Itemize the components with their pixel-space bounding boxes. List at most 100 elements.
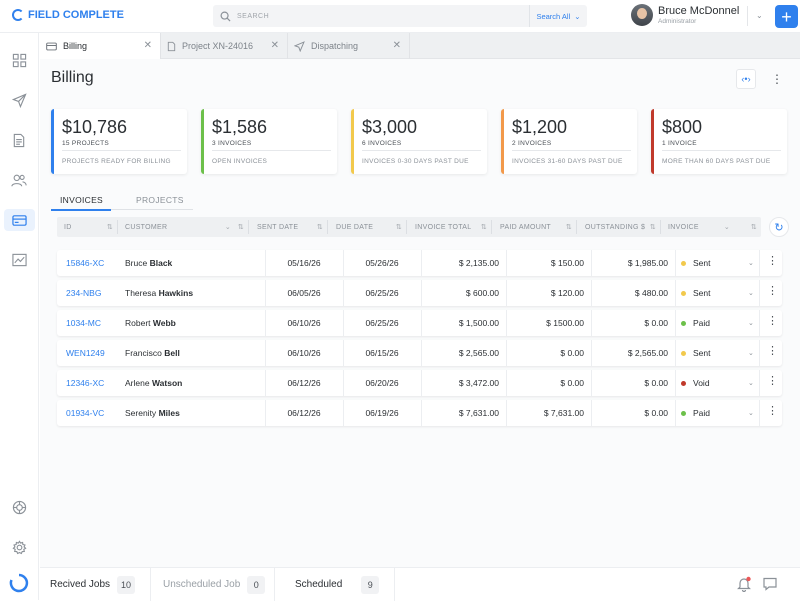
status-select[interactable]: Sent <box>681 340 741 366</box>
column-header-id[interactable]: ID ⇅ <box>57 217 117 237</box>
app-logo[interactable]: FIELD COMPLETE <box>12 9 124 21</box>
refresh-button[interactable]: ↻ <box>769 217 789 237</box>
table-row[interactable]: 15846-XC Bruce Black 05/16/26 05/26/26 $ 2,1… <box>57 250 782 276</box>
chevron-down-icon[interactable]: ⌄ <box>724 223 730 231</box>
row-menu-button[interactable]: ⋮ <box>767 256 778 267</box>
toggle-view-button[interactable]: ‹•› <box>736 69 756 89</box>
chevron-down-icon[interactable]: ⌄ <box>748 349 754 357</box>
sort-icon[interactable]: ⇅ <box>317 223 323 231</box>
invoice-id-link[interactable]: 15846-XC <box>66 250 118 276</box>
sidebar-item-documents[interactable] <box>8 129 30 151</box>
status-select[interactable]: Sent <box>681 250 741 276</box>
invoice-id-link[interactable]: 234-NBG <box>66 280 118 306</box>
tab-projects[interactable]: PROJECTS <box>136 195 184 205</box>
chevron-down-icon[interactable]: ⌄ <box>748 379 754 387</box>
outstanding-amount: $ 0.00 <box>644 408 668 418</box>
tab-project[interactable]: Project XN-24016 ✕ <box>161 33 288 59</box>
column-label: SENT DATE <box>257 223 299 231</box>
invoice-id-link[interactable]: 12346-XC <box>66 370 118 396</box>
invoice-id-link[interactable]: WEN1249 <box>66 340 118 366</box>
table-row[interactable]: 01934-VC Serenity Miles 06/12/26 06/19/26 $ … <box>57 400 782 426</box>
footer-label: Recived Jobs <box>50 579 111 590</box>
status-select[interactable]: Sent <box>681 280 741 306</box>
status-dot <box>681 350 686 356</box>
sidebar-item-billing[interactable] <box>4 209 35 231</box>
notifications-button[interactable] <box>736 576 752 597</box>
row-menu-button[interactable]: ⋮ <box>767 406 778 417</box>
row-menu-button[interactable]: ⋮ <box>767 346 778 357</box>
chevron-down-icon[interactable]: ⌄ <box>748 319 754 327</box>
chat-button[interactable] <box>762 576 778 597</box>
status-select[interactable]: Paid <box>681 310 741 336</box>
status-select[interactable]: Paid <box>681 400 741 426</box>
row-menu-button[interactable]: ⋮ <box>767 376 778 387</box>
column-header-invoice-total[interactable]: INVOICE TOTAL ⇅ <box>407 217 491 237</box>
sort-icon[interactable]: ⇅ <box>751 223 757 231</box>
chevron-down-icon[interactable]: ⌄ <box>748 259 754 267</box>
invoice-total: $ 3,472.00 <box>458 378 499 388</box>
chevron-down-icon[interactable]: ⌄ <box>748 409 754 417</box>
divider <box>662 150 781 151</box>
sort-icon[interactable]: ⇅ <box>238 223 244 231</box>
sidebar-item-dispatch[interactable] <box>8 89 30 111</box>
sort-icon[interactable]: ⇅ <box>396 223 402 231</box>
sidebar-item-customers[interactable] <box>8 169 30 191</box>
sort-icon[interactable]: ⇅ <box>481 223 487 231</box>
sidebar-item-dashboard[interactable] <box>8 49 30 71</box>
user-menu[interactable]: Bruce McDonnel Administrator <box>631 4 739 26</box>
sort-icon[interactable]: ⇅ <box>650 223 656 231</box>
chevron-down-icon[interactable]: ⌄ <box>225 223 231 231</box>
card-accent <box>351 109 354 174</box>
column-label: OUTSTANDING $ <box>585 223 646 231</box>
status-dot <box>681 290 686 296</box>
column-header-customer[interactable]: CUSTOMER ⌄ ⇅ <box>118 217 248 237</box>
add-button[interactable]: + <box>775 5 798 28</box>
close-icon[interactable]: ✕ <box>393 40 401 51</box>
column-header-invoice-status[interactable]: INVOICE ⌄ ⇅ <box>661 217 761 237</box>
tab-invoices[interactable]: INVOICES <box>60 195 103 205</box>
column-header-paid-amount[interactable]: PAID AMOUNT ⇅ <box>492 217 576 237</box>
count-badge: 9 <box>361 575 380 594</box>
column-header-outstanding[interactable]: OUTSTANDING $ ⇅ <box>577 217 660 237</box>
search-input[interactable] <box>237 12 517 20</box>
table-row[interactable]: WEN1249 Francisco Bell 06/10/26 06/15/26 $ 2… <box>57 340 782 366</box>
tab-dispatching[interactable]: Dispatching ✕ <box>288 33 410 59</box>
summary-card[interactable]: $3,000 6 INVOICES INVOICES 0-30 DAYS PAS… <box>351 109 487 174</box>
sync-button[interactable] <box>9 573 29 598</box>
chevron-down-icon[interactable]: ⌄ <box>756 11 763 20</box>
column-header-sent-date[interactable]: SENT DATE ⇅ <box>249 217 327 237</box>
refresh-icon: ↻ <box>774 221 784 234</box>
sort-icon[interactable]: ⇅ <box>566 223 572 231</box>
footer-received-jobs[interactable]: Recived Jobs 10 <box>40 568 151 601</box>
footer-scheduled-jobs[interactable]: Scheduled 9 <box>275 568 395 601</box>
invoice-id-link[interactable]: 1034-MC <box>66 310 118 336</box>
search-scope-dropdown[interactable]: Search All ⌄ <box>529 5 587 27</box>
sidebar-item-settings[interactable] <box>8 536 30 558</box>
column-header-due-date[interactable]: DUE DATE ⇅ <box>328 217 406 237</box>
footer-unscheduled-jobs[interactable]: Unscheduled Job 0 <box>151 568 275 601</box>
summary-card[interactable]: $1,200 2 INVOICES INVOICES 31-60 DAYS PA… <box>501 109 637 174</box>
table-row[interactable]: 1034-MC Robert Webb 06/10/26 06/25/26 $ 1,50… <box>57 310 782 336</box>
row-menu-button[interactable]: ⋮ <box>767 316 778 327</box>
close-icon[interactable]: ✕ <box>144 40 152 51</box>
summary-card[interactable]: $1,586 3 INVOICES OPEN INVOICES <box>201 109 337 174</box>
due-date: 06/15/26 <box>365 348 399 358</box>
more-options-button[interactable]: ⋮ <box>767 69 787 89</box>
chevron-down-icon[interactable]: ⌄ <box>748 289 754 297</box>
row-menu-button[interactable]: ⋮ <box>767 286 778 297</box>
invoice-id-link[interactable]: 01934-VC <box>66 400 118 426</box>
chat-icon <box>763 577 777 591</box>
close-icon[interactable]: ✕ <box>271 40 279 51</box>
status-select[interactable]: Void <box>681 370 741 396</box>
table-row[interactable]: 234-NBG Theresa Hawkins 06/05/26 06/25/26 $ … <box>57 280 782 306</box>
customer-last-name: Black <box>149 258 173 268</box>
sidebar-item-help[interactable] <box>8 496 30 518</box>
summary-card[interactable]: $800 1 INVOICE MORE THAN 60 DAYS PAST DU… <box>651 109 787 174</box>
summary-card[interactable]: $10,786 15 PROJECTS PROJECTS READY FOR B… <box>51 109 187 174</box>
table-row[interactable]: 12346-XC Arlene Watson 06/12/26 06/20/26 $ 3… <box>57 370 782 396</box>
sort-icon[interactable]: ⇅ <box>107 223 113 231</box>
divider <box>759 370 760 396</box>
tab-billing[interactable]: Billing ✕ <box>40 33 161 59</box>
sidebar-item-reports[interactable] <box>8 249 30 271</box>
count-badge: 0 <box>247 575 266 594</box>
